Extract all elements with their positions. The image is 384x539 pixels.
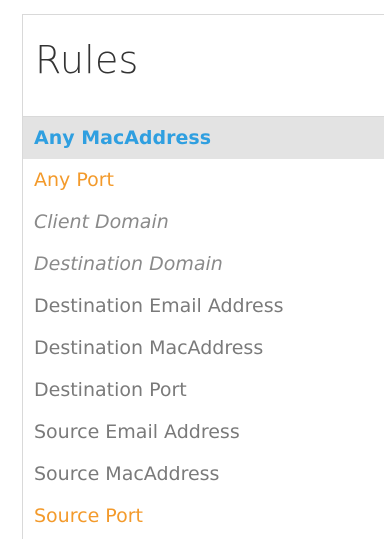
rule-item-destination-domain[interactable]: Destination Domain	[23, 243, 384, 285]
rule-list: Any MacAddress Any Port Client Domain De…	[23, 117, 384, 537]
rule-item-source-email-address[interactable]: Source Email Address	[23, 411, 384, 453]
panel-title: Rules	[35, 38, 139, 82]
rule-item-any-macaddress[interactable]: Any MacAddress	[23, 117, 384, 159]
rules-panel: Rules Any MacAddress Any Port Client Dom…	[22, 14, 384, 539]
rule-item-destination-email-address[interactable]: Destination Email Address	[23, 285, 384, 327]
panel-header: Rules	[23, 15, 384, 117]
rule-item-source-macaddress[interactable]: Source MacAddress	[23, 453, 384, 495]
rule-item-client-domain[interactable]: Client Domain	[23, 201, 384, 243]
rule-item-any-port[interactable]: Any Port	[23, 159, 384, 201]
rule-item-source-port[interactable]: Source Port	[23, 495, 384, 537]
rule-item-destination-port[interactable]: Destination Port	[23, 369, 384, 411]
rule-item-destination-macaddress[interactable]: Destination MacAddress	[23, 327, 384, 369]
